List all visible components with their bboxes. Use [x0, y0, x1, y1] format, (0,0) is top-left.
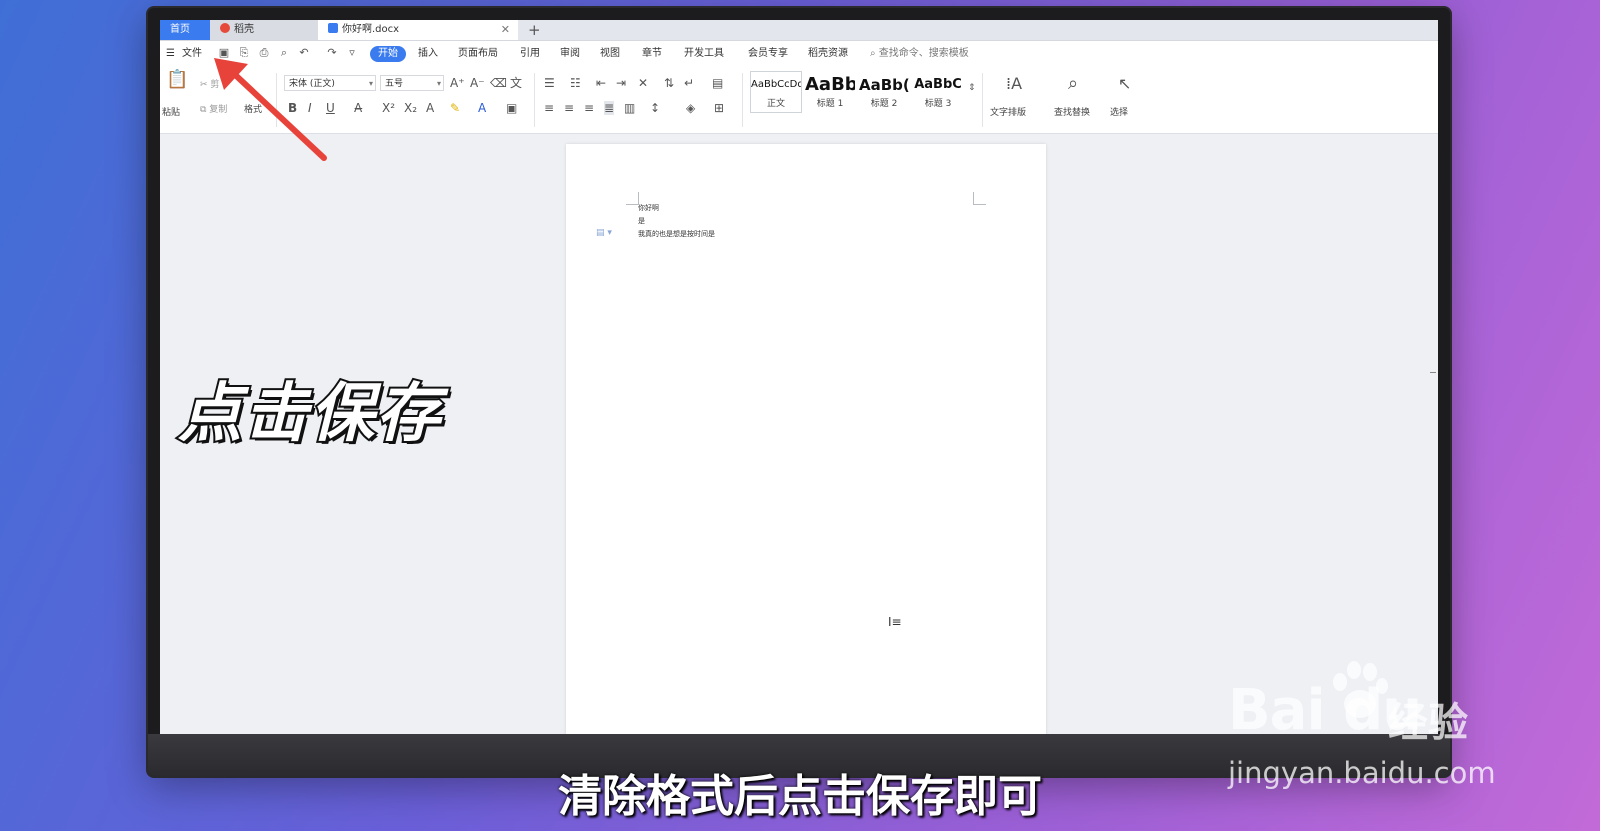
borders-icon[interactable]: ⊞: [714, 101, 724, 115]
chinese-layout-icon[interactable]: ✕: [638, 76, 648, 90]
docer-icon: [220, 23, 230, 33]
tab-start[interactable]: 开始: [370, 46, 406, 62]
shrink-font-icon[interactable]: A⁻: [470, 76, 485, 90]
shading-icon[interactable]: ◈: [686, 101, 695, 115]
ribbon: 📋 粘贴 ✂ 剪 ⧉ 复制 格式 宋体 (正文) 五号 A⁺ A⁻ ⌫ 文 B …: [160, 67, 1438, 134]
paste-icon[interactable]: 📋: [166, 71, 188, 89]
tab-layout[interactable]: 页面布局: [458, 46, 498, 62]
align-center-icon[interactable]: ≡: [564, 101, 574, 115]
tab-member[interactable]: 会员专享: [748, 46, 788, 62]
font-color-icon[interactable]: A: [478, 101, 486, 115]
copy-icon: ⧉: [200, 105, 210, 115]
tab-insert[interactable]: 插入: [418, 46, 438, 62]
style-sample: AaBbCcDd: [751, 79, 801, 90]
tab-reference[interactable]: 引用: [520, 46, 540, 62]
tab-devtools[interactable]: 开发工具: [684, 46, 724, 62]
tab-home[interactable]: 首页: [160, 20, 210, 40]
document-line[interactable]: 你好啊: [638, 202, 659, 214]
distributed-icon[interactable]: ▥: [624, 101, 635, 115]
text-layout-button[interactable]: 文字排版: [990, 107, 1026, 119]
show-marks-icon[interactable]: ↵: [684, 76, 694, 90]
jingyan-watermark: 经验: [1388, 700, 1468, 746]
text-cursor-icon: I≡: [888, 615, 902, 629]
tab-chapter[interactable]: 章节: [642, 46, 662, 62]
justify-icon[interactable]: ≣: [604, 101, 615, 115]
margin-corner: [973, 192, 986, 205]
font-size-select[interactable]: 五号: [380, 75, 444, 92]
find-replace-button[interactable]: 查找替换: [1054, 107, 1090, 119]
document-page[interactable]: 你好啊 是 我真的也是想是按时间是 ▤ ▾ I≡: [566, 144, 1046, 734]
sort-icon[interactable]: ⇅: [664, 76, 674, 90]
clear-format-icon[interactable]: ⌫: [490, 76, 507, 90]
highlight-icon[interactable]: ✎: [450, 101, 460, 115]
select-button[interactable]: 选择: [1110, 107, 1128, 119]
styles-scroll-icon[interactable]: ⇕: [968, 81, 976, 95]
tab-review[interactable]: 审阅: [560, 46, 580, 62]
style-label: 标题 2: [870, 99, 898, 109]
style-sample: AaBb: [805, 74, 855, 95]
tab-view[interactable]: 视图: [600, 46, 620, 62]
subscript-icon[interactable]: X₂: [404, 101, 417, 115]
separator: [534, 73, 535, 127]
tab-docer-label: 稻壳: [234, 24, 254, 35]
align-left-icon[interactable]: ≡: [544, 101, 554, 115]
tab-close-icon[interactable]: ✕: [501, 20, 510, 40]
increase-indent-icon[interactable]: ⇥: [616, 76, 626, 90]
tab-document[interactable]: 你好啊.docx ✕: [318, 20, 518, 40]
style-label: 标题 3: [924, 99, 952, 109]
style-heading-2[interactable]: AaBb( 标题 2: [858, 71, 910, 113]
separator: [982, 73, 983, 127]
decrease-indent-icon[interactable]: ⇤: [596, 76, 606, 90]
overlay-title: 点击保存: [176, 375, 442, 453]
text-effect-icon[interactable]: A: [426, 101, 434, 115]
grow-font-icon[interactable]: A⁺: [450, 76, 465, 90]
char-border-icon[interactable]: ▣: [506, 101, 517, 115]
style-label: 标题 1: [816, 99, 844, 109]
video-subtitle: 清除格式后点击保存即可: [558, 771, 1042, 822]
tab-bar: 首页 稻壳 你好啊.docx ✕ +: [160, 20, 1438, 41]
document-line[interactable]: 我真的也是想是按时间是: [638, 228, 715, 240]
tab-document-label: 你好啊.docx: [342, 24, 400, 35]
menu-row: ☰ 文件 ▣ ⎘ ⎙ ⌕ ↶ ↷ ▿ 开始 插入 页面布局 引用 审阅 视图 章…: [160, 41, 1438, 67]
scroll-marker: [1430, 372, 1436, 373]
tab-home-label: 首页: [170, 24, 190, 35]
red-arrow-icon: [214, 58, 327, 161]
paw-icon: [1333, 661, 1388, 718]
customize-chevron-icon[interactable]: ▿: [346, 47, 358, 59]
writer-icon: [328, 23, 338, 33]
style-normal[interactable]: AaBbCcDd 正文: [750, 71, 802, 113]
separator: [742, 73, 743, 127]
tab-docer[interactable]: 稻壳: [210, 20, 318, 40]
command-search-label: 查找命令、搜索模板: [878, 48, 969, 59]
style-sample: AaBb(: [859, 76, 909, 94]
bullet-list-icon[interactable]: ☰: [544, 76, 555, 90]
command-search[interactable]: ⌕ 查找命令、搜索模板: [870, 46, 969, 62]
style-sample: AaBbC: [914, 77, 962, 92]
superscript-icon[interactable]: X²: [382, 101, 395, 115]
new-tab-button[interactable]: +: [528, 20, 541, 40]
hamburger-icon[interactable]: ☰: [166, 46, 175, 62]
scissors-icon: ✂: [200, 80, 211, 90]
text-layout-icon[interactable]: ⁞A: [1006, 76, 1022, 92]
style-label: 正文: [766, 99, 785, 109]
search-icon: ⌕: [870, 48, 879, 59]
line-spacing-icon[interactable]: ↕: [650, 101, 660, 115]
strikethrough-icon[interactable]: A̶: [354, 101, 362, 115]
document-line[interactable]: 是: [638, 215, 645, 227]
phonetic-icon[interactable]: 文: [510, 76, 522, 90]
tab-docer-resources[interactable]: 稻壳资源: [808, 46, 848, 62]
magnifier-icon[interactable]: ⌕: [1068, 75, 1078, 93]
style-heading-1[interactable]: AaBb 标题 1: [804, 71, 856, 113]
paste-button[interactable]: 粘贴: [162, 107, 180, 119]
table-tool-icon[interactable]: ▤: [712, 76, 723, 90]
paragraph-handle-icon[interactable]: ▤ ▾: [596, 228, 612, 238]
numbered-list-icon[interactable]: ☷: [570, 76, 581, 90]
style-heading-3[interactable]: AaBbC 标题 3: [912, 71, 964, 113]
align-right-icon[interactable]: ≡: [584, 101, 594, 115]
menu-file[interactable]: 文件: [182, 46, 202, 62]
select-arrow-icon[interactable]: ↖: [1118, 76, 1131, 92]
